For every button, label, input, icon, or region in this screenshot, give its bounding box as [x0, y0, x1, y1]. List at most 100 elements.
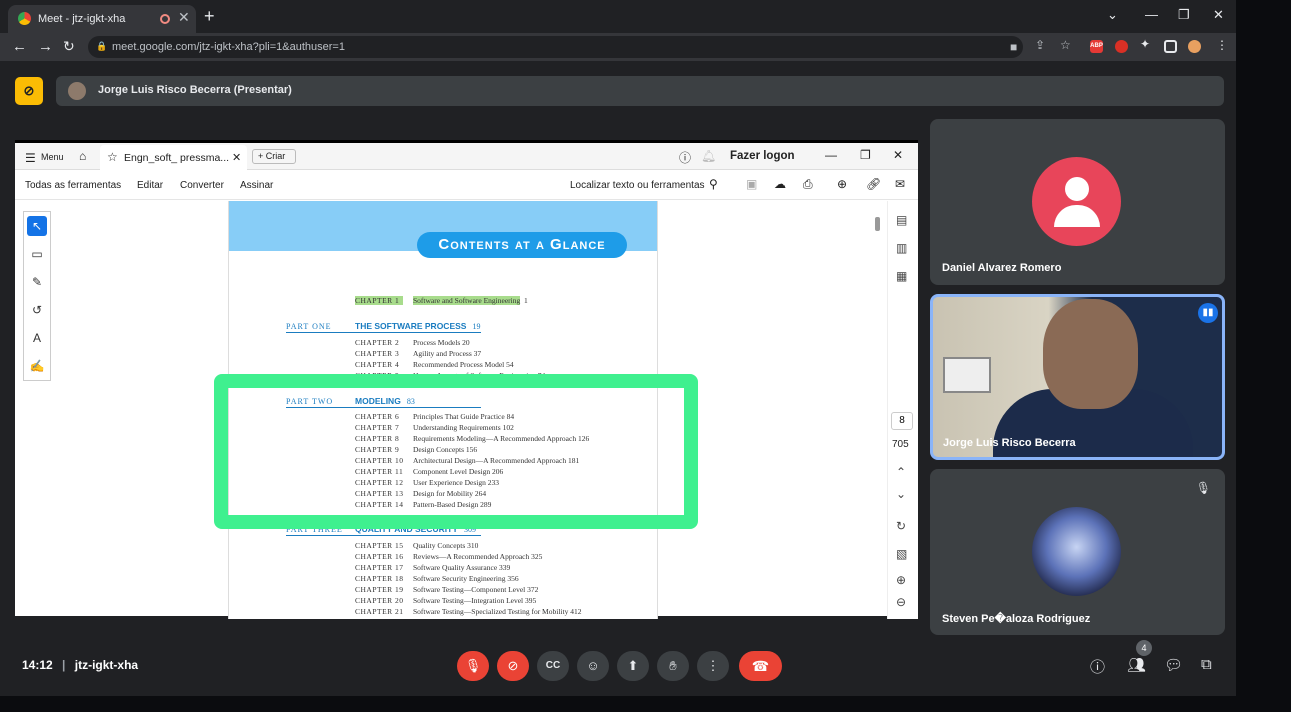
doc-tab[interactable]: ☆ Engn_soft_ pressma... ✕ [100, 145, 247, 170]
search-icon[interactable]: ⚲ [709, 177, 718, 191]
more-options-button[interactable]: ⋮ [697, 651, 729, 681]
acrobat-toolbar: Todas as ferramentas Editar Converter As… [15, 170, 918, 200]
highlight-frame [214, 374, 698, 529]
activities-icon[interactable]: ⧉ [1201, 656, 1212, 673]
presenting-icon[interactable]: ⊘ [15, 77, 43, 105]
convert-menu[interactable]: Converter [180, 180, 224, 191]
window-close-icon[interactable]: ✕ [1213, 7, 1224, 23]
menu-label[interactable]: Menu [41, 152, 64, 162]
edit-menu[interactable]: Editar [137, 180, 163, 191]
chapter-label: CHAPTER 1 [355, 296, 403, 305]
link-icon[interactable]: 🔗︎ [866, 177, 881, 191]
present-screen-button[interactable]: ⬆ [617, 651, 649, 681]
chapter-title: Software Testing—Integration Level 395 [413, 596, 537, 605]
select-cursor-icon[interactable]: ↖ [27, 216, 47, 236]
chat-icon[interactable]: 💬︎ [1164, 656, 1183, 674]
quick-tools-panel: ↖ ▭ ✎ ↺ A ✍ [23, 211, 51, 381]
chapter-label: CHAPTER 19 [355, 585, 404, 594]
raise-hand-button[interactable]: ✋︎ [657, 651, 689, 681]
chrome-favicon-icon [18, 12, 31, 25]
pen-icon[interactable]: ✎ [27, 272, 47, 292]
leave-call-button[interactable]: ☎ [739, 651, 782, 681]
captions-button[interactable]: CC [537, 651, 569, 681]
sign-icon[interactable]: ✍ [27, 356, 47, 376]
separator: | [62, 658, 66, 672]
login-link[interactable]: Fazer logon [730, 150, 795, 162]
star-icon[interactable]: ☆ [107, 150, 118, 164]
create-button[interactable]: + Criar [252, 149, 296, 164]
chapter-label: CHAPTER 4 [355, 360, 400, 369]
reload-icon[interactable]: ↻ [63, 38, 75, 55]
acrobat-titlebar: ☰ Menu ⌂ ☆ Engn_soft_ pressma... ✕ + Cri… [15, 143, 918, 170]
mic-muted-icon: 🎙︎ [1195, 481, 1211, 495]
url-bar[interactable]: 🔒 meet.google.com/jtz-igkt-xha?pli=1&aut… [88, 36, 1023, 58]
text-box-icon[interactable]: A [27, 328, 47, 348]
bookmark-star-icon[interactable]: ☆ [1060, 38, 1071, 52]
tab-close-icon[interactable]: ✕ [178, 9, 190, 26]
back-icon[interactable]: ← [12, 38, 27, 55]
share-user-icon[interactable]: ⊕ [837, 177, 847, 191]
address-toolbar: ← → ↻ 🔒 meet.google.com/jtz-igkt-xha?pli… [0, 33, 1236, 61]
print-icon[interactable]: ⎙ [803, 177, 813, 192]
mic-off-button[interactable]: 🎙︎ [457, 651, 489, 681]
puzzle-extensions-icon[interactable]: ✦ [1140, 37, 1150, 51]
acrobat-restore-icon[interactable]: ❐ [860, 148, 871, 162]
thumbnails-icon[interactable]: ▦ [896, 269, 907, 283]
page-number-input[interactable]: 8 [891, 412, 913, 430]
acrobat-minimize-icon[interactable]: — [825, 148, 837, 162]
save-icon[interactable]: ▣ [746, 177, 757, 191]
side-panel-icon[interactable] [1164, 40, 1177, 53]
toc-row: CHAPTER 21 Software Testing—Specialized T… [355, 607, 581, 616]
camera-off-button[interactable]: ⊘ [497, 651, 529, 681]
sign-menu[interactable]: Assinar [240, 180, 273, 191]
browser-tab[interactable]: Meet - jtz-igkt-xha ✕ [8, 5, 196, 33]
upload-cloud-icon[interactable]: ☁ [774, 177, 786, 191]
adblock-extension-icon[interactable]: ABP [1090, 40, 1103, 53]
chapter-title: Agility and Process 37 [413, 349, 482, 358]
profile-avatar[interactable] [1188, 40, 1201, 53]
participant-tile[interactable]: Daniel Alvarez Romero [930, 119, 1225, 285]
toc-row: CHAPTER 3 Agility and Process 37 [355, 349, 481, 358]
share-icon[interactable]: ⇪ [1035, 38, 1045, 52]
rotate-icon[interactable]: ↻ [896, 519, 906, 533]
page-down-icon[interactable]: ⌄ [896, 487, 906, 501]
minimize-icon[interactable]: — [1145, 7, 1158, 22]
zoom-out-icon[interactable]: ⊖ [896, 595, 906, 609]
acrobat-close-icon[interactable]: ✕ [893, 148, 903, 162]
help-icon[interactable]: ⓘ [679, 149, 691, 166]
restore-icon[interactable]: ❐ [1178, 7, 1190, 23]
meeting-details-icon[interactable]: ⓘ [1090, 656, 1105, 677]
chapter-title: Software Quality Assurance 339 [413, 563, 511, 572]
speaking-indicator-icon: ▮▮ [1198, 303, 1218, 323]
email-icon[interactable]: ✉ [895, 177, 905, 191]
page-up-icon[interactable]: ⌃ [896, 465, 906, 479]
new-tab-button[interactable]: + [204, 6, 215, 27]
people-icon[interactable]: 👥︎ [1127, 656, 1146, 674]
lasso-icon[interactable]: ↺ [27, 300, 47, 320]
chapter-title: Software Security Engineering 356 [413, 574, 519, 583]
comment-icon[interactable]: ▭ [27, 244, 47, 264]
home-icon[interactable]: ⌂ [79, 149, 86, 163]
hamburger-icon[interactable]: ☰ [25, 151, 36, 165]
camera-icon[interactable]: ■ [1010, 40, 1017, 54]
comments-panel-icon[interactable]: ▤ [896, 213, 907, 227]
search-tools-input[interactable]: Localizar texto ou ferramentas [570, 180, 705, 191]
participant-tile-active[interactable]: ▮▮ Jorge Luis Risco Becerra [930, 294, 1225, 460]
all-tools-menu[interactable]: Todas as ferramentas [25, 180, 121, 191]
emoji-button[interactable]: ☺ [577, 651, 609, 681]
tab-search-icon[interactable]: ⌄ [1107, 7, 1118, 23]
chapter-page: 1 [524, 296, 528, 305]
bookmarks-icon[interactable]: ▥ [896, 241, 907, 255]
participant-tile[interactable]: 🎙︎ Steven Pe�aloza Rodriguez [930, 469, 1225, 635]
zoom-in-icon[interactable]: ⊕ [896, 573, 906, 587]
bell-icon[interactable]: 🔔︎ [701, 149, 716, 163]
chapter-label: CHAPTER 17 [355, 563, 404, 572]
doc-tab-close-icon[interactable]: ✕ [232, 151, 241, 164]
scrollbar-thumb[interactable] [875, 217, 880, 231]
presenter-bar: Jorge Luis Risco Becerra (Presentar) [56, 76, 1224, 106]
page-extract-icon[interactable]: ▧ [896, 547, 907, 561]
part-title: THE SOFTWARE PROCESS [355, 321, 467, 331]
extension-icon[interactable] [1115, 40, 1128, 53]
chrome-menu-icon[interactable]: ⋮ [1216, 38, 1228, 52]
forward-icon[interactable]: → [38, 38, 53, 55]
